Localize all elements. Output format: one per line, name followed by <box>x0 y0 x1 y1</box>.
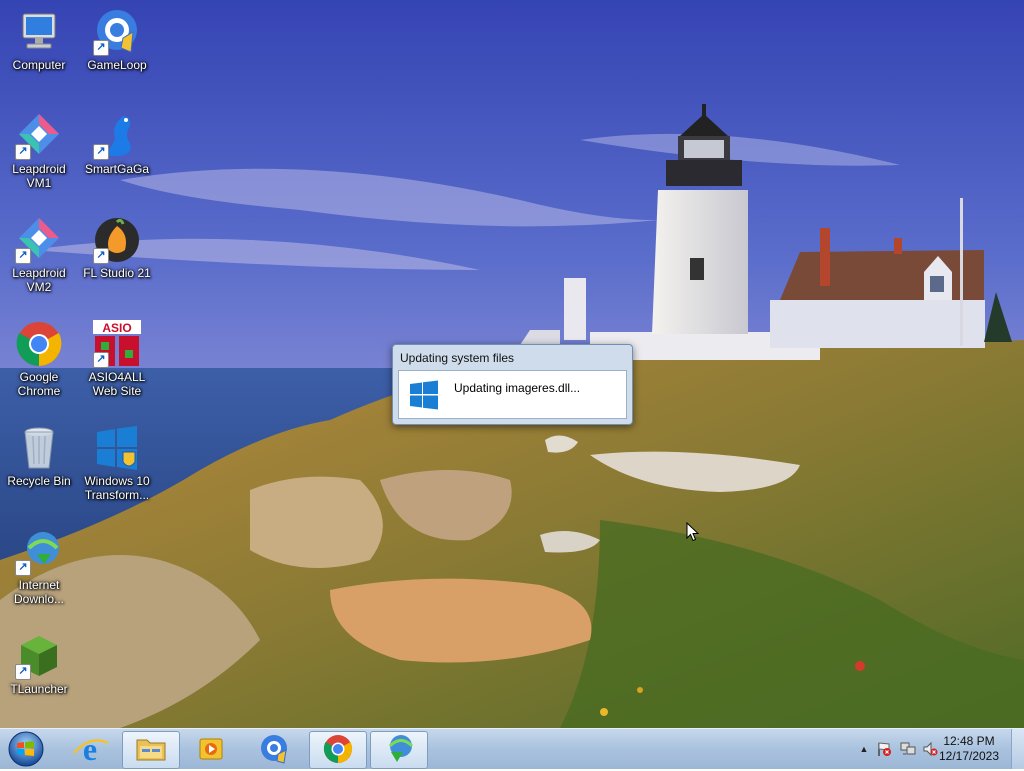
desktop-icon-label: Leapdroid VM2 <box>12 266 66 294</box>
fl-studio-icon: ↗ <box>93 216 141 264</box>
shortcut-arrow-icon: ↗ <box>15 560 31 576</box>
action-center-flag-icon[interactable] <box>876 741 892 757</box>
media-player-icon <box>199 738 223 760</box>
windows-10-icon <box>93 424 141 472</box>
desktop-icon-tlauncher[interactable]: ↗ TLauncher <box>2 632 76 696</box>
start-button[interactable] <box>5 730 47 768</box>
mouse-cursor-icon <box>686 522 700 542</box>
taskbar-internet-explorer[interactable]: e <box>62 731 118 767</box>
folder-icon <box>136 739 166 761</box>
chrome-icon <box>323 735 353 763</box>
desktop-icon-label: GameLoop <box>87 58 147 72</box>
dialog-body: Updating imageres.dll... <box>398 370 627 419</box>
desktop-icon-label: Windows 10 Transform... <box>84 474 150 502</box>
desktop-icon-label: SmartGaGa <box>84 162 150 176</box>
gameloop-icon <box>261 735 287 764</box>
taskbar-internet-download-manager[interactable] <box>370 731 428 769</box>
desktop-icon-asio4all[interactable]: ASIO ↗ ASIO4ALL Web Site <box>80 320 154 398</box>
asio4all-icon: ASIO ↗ <box>93 320 141 368</box>
taskbar-clock[interactable]: 12:48 PM 12/17/2023 <box>934 734 1004 764</box>
desktop-icon-internet-download-manager[interactable]: ↗ Internet Downlo... <box>2 528 76 606</box>
desktop-icon-smartgaga[interactable]: ↗ SmartGaGa <box>80 112 154 176</box>
desktop-icon-label: Computer <box>12 58 66 72</box>
taskbar-gameloop[interactable] <box>246 731 302 767</box>
leapdroid-icon: ↗ <box>15 216 63 264</box>
system-tray: ▲ 12:48 PM 12/17/2023 <box>834 729 1024 769</box>
desktop-icon-leapdroid-vm1[interactable]: ↗ Leapdroid VM1 <box>2 112 76 190</box>
taskbar-google-chrome[interactable] <box>309 731 367 769</box>
desktop-icon-label: FL Studio 21 <box>83 266 151 280</box>
shortcut-arrow-icon: ↗ <box>93 144 109 160</box>
desktop-icon-recycle-bin[interactable]: Recycle Bin <box>2 424 76 488</box>
dialog-title: Updating system files <box>400 351 515 365</box>
smartgaga-icon: ↗ <box>93 112 141 160</box>
desktop-icon-label: TLauncher <box>10 682 68 696</box>
taskbar-windows-explorer[interactable] <box>122 731 180 769</box>
desktop-icon-fl-studio[interactable]: ↗ FL Studio 21 <box>80 216 154 280</box>
clock-date: 12/17/2023 <box>938 749 1000 763</box>
shortcut-arrow-icon: ↗ <box>93 352 109 368</box>
show-hidden-icons-button[interactable]: ▲ <box>856 741 872 757</box>
desktop-icon-label: Leapdroid VM1 <box>12 162 66 190</box>
show-desktop-button[interactable] <box>1011 729 1024 769</box>
taskbar-media-player[interactable] <box>182 731 238 767</box>
desktop-icon-leapdroid-vm2[interactable]: ↗ Leapdroid VM2 <box>2 216 76 294</box>
shortcut-arrow-icon: ↗ <box>93 248 109 264</box>
desktop-icon-gameloop[interactable]: ↗ GameLoop <box>80 8 154 72</box>
tlauncher-icon: ↗ <box>15 632 63 680</box>
desktop-icon-label: Google Chrome <box>17 370 61 398</box>
ie-icon: e <box>73 731 109 767</box>
recycle-bin-icon <box>15 424 63 472</box>
idm-icon <box>388 735 414 762</box>
clock-time: 12:48 PM <box>943 734 995 748</box>
desktop-icon-google-chrome[interactable]: Google Chrome <box>2 320 76 398</box>
desktop-icon-label: Recycle Bin <box>7 474 71 488</box>
desktop-icon-label: Internet Downlo... <box>13 578 65 606</box>
taskbar: e ▲ 12:48 PM 12/17/2023 <box>0 728 1024 769</box>
shortcut-arrow-icon: ↗ <box>15 144 31 160</box>
network-icon[interactable] <box>900 741 916 757</box>
leapdroid-icon: ↗ <box>15 112 63 160</box>
svg-text:ASIO: ASIO <box>102 321 131 335</box>
shortcut-arrow-icon: ↗ <box>15 248 31 264</box>
windows-logo-icon <box>410 380 438 410</box>
svg-text:e: e <box>83 731 97 767</box>
shortcut-arrow-icon: ↗ <box>15 664 31 680</box>
shortcut-arrow-icon: ↗ <box>93 40 109 56</box>
desktop-icon-windows-10-transform[interactable]: Windows 10 Transform... <box>80 424 154 502</box>
desktop-icon-computer[interactable]: Computer <box>2 8 76 72</box>
computer-icon <box>15 8 63 56</box>
gameloop-icon: ↗ <box>93 8 141 56</box>
idm-icon: ↗ <box>15 528 63 576</box>
updating-system-files-dialog[interactable]: Updating system files Updating imageres.… <box>392 344 633 425</box>
chrome-icon <box>15 320 63 368</box>
desktop-icon-label: ASIO4ALL Web Site <box>88 370 146 398</box>
dialog-message: Updating imageres.dll... <box>454 381 581 395</box>
